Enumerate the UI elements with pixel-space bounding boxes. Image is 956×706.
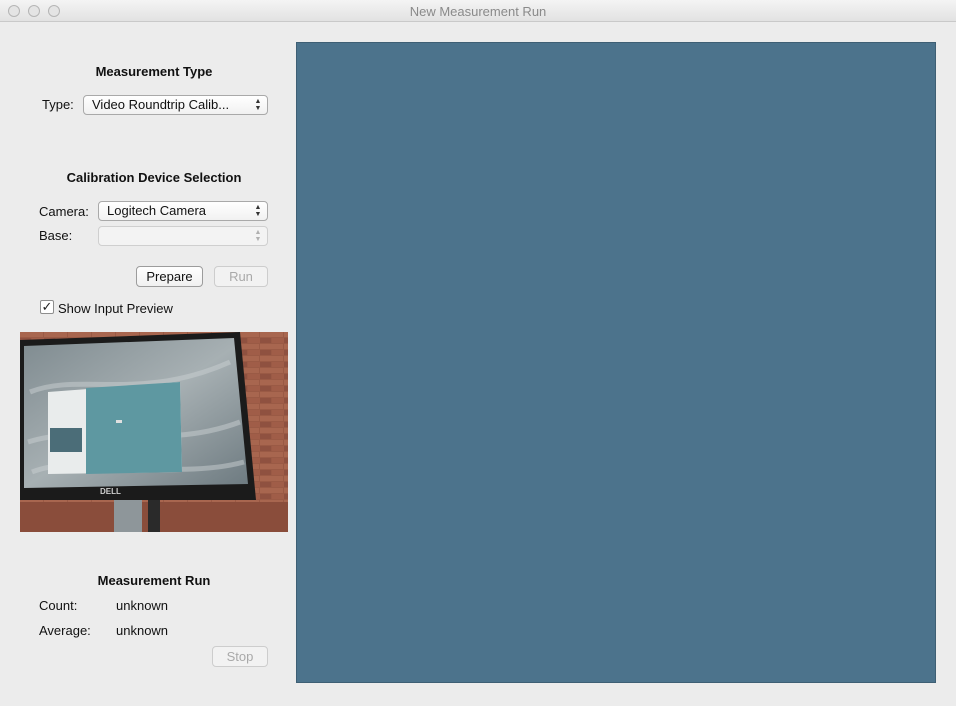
camera-preview: DELL [20, 332, 288, 532]
select-arrows-icon: ▲ ▼ [254, 204, 262, 218]
count-label: Count: [39, 598, 78, 613]
type-select[interactable]: Video Roundtrip Calib... ▲ ▼ [83, 95, 268, 115]
base-label: Base: [39, 228, 73, 243]
run-button[interactable]: Run [214, 266, 268, 287]
camera-select[interactable]: Logitech Camera ▲ ▼ [98, 201, 268, 221]
show-preview-label: Show Input Preview [58, 301, 173, 316]
type-label: Type: [42, 97, 74, 112]
window-title: New Measurement Run [409, 4, 547, 19]
show-preview-checkbox[interactable]: ✓ [40, 300, 54, 314]
measurement-run-heading: Measurement Run [97, 573, 211, 588]
select-arrows-icon: ▲ ▼ [254, 98, 262, 112]
monitor-brand-text: DELL [100, 487, 121, 496]
camera-select-value: Logitech Camera [107, 203, 206, 218]
checkmark-icon: ✓ [41, 299, 53, 314]
calibration-heading: Calibration Device Selection [66, 170, 242, 185]
select-arrows-icon: ▲ ▼ [254, 229, 262, 243]
camera-preview-image: DELL [20, 332, 288, 532]
stop-button[interactable]: Stop [212, 646, 268, 667]
count-value: unknown [116, 598, 169, 613]
measurement-type-heading: Measurement Type [95, 64, 213, 79]
app-window: New Measurement Run Measurement Type Typ… [0, 0, 956, 706]
prepare-button[interactable]: Prepare [136, 266, 203, 287]
base-select[interactable]: ▲ ▼ [98, 226, 268, 246]
type-select-value: Video Roundtrip Calib... [92, 97, 230, 112]
average-label: Average: [39, 623, 91, 638]
camera-label: Camera: [39, 204, 89, 219]
average-value: unknown [116, 623, 169, 638]
calibration-canvas[interactable] [296, 42, 936, 683]
title-bar[interactable]: New Measurement Run [0, 0, 956, 22]
